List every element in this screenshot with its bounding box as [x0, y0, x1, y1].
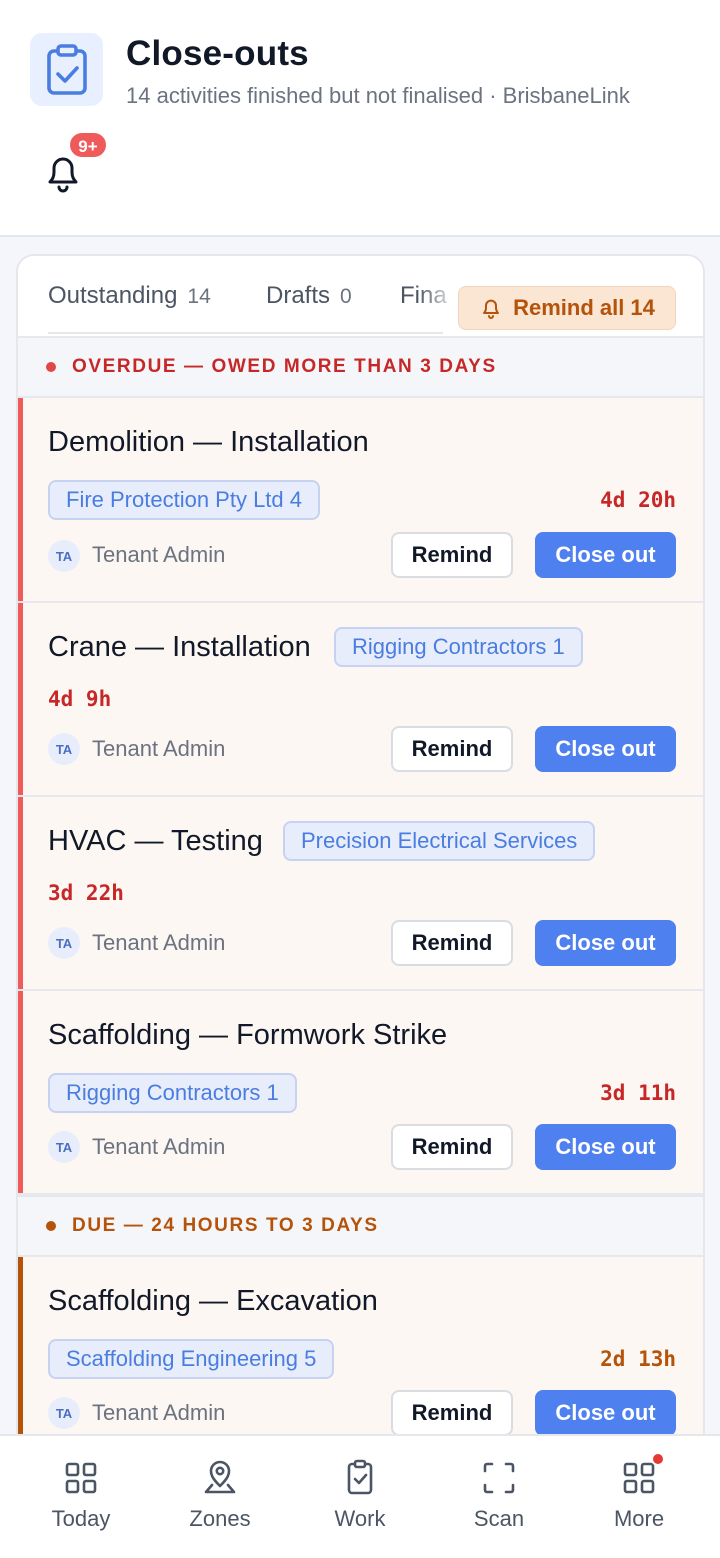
tab-outstanding[interactable]: Outstanding 14 — [48, 282, 211, 310]
tab-label: Outstanding — [48, 282, 178, 309]
remind-button[interactable]: Remind — [391, 1124, 513, 1170]
nav-label: Zones — [189, 1506, 251, 1531]
nav-label: More — [613, 1506, 665, 1531]
avatar: TA — [48, 1397, 80, 1429]
tab-bar: Outstanding14 Drafts0 Fina Remind all 14 — [18, 256, 703, 338]
close-out-button[interactable]: Close out — [535, 532, 676, 578]
list-item[interactable]: Crane — Installation Rigging Contractors… — [18, 603, 703, 797]
assignee-name: Tenant Admin — [92, 736, 226, 761]
bell-icon — [483, 299, 500, 319]
company-chip[interactable]: Scaffolding Engineering 5 — [48, 1339, 335, 1379]
clipboard-check-icon — [30, 33, 103, 106]
company-chip[interactable]: Rigging Contractors 1 — [334, 627, 583, 667]
clipboard-check-icon — [340, 1458, 380, 1498]
close-out-button[interactable]: Close out — [535, 726, 676, 772]
close-out-button[interactable]: Close out — [535, 1124, 676, 1170]
activity-title: Crane — Installation — [48, 631, 311, 663]
avatar: TA — [48, 1131, 80, 1163]
avatar: TA — [48, 733, 80, 765]
status-accent-bar — [18, 797, 23, 989]
activity-title: Scaffolding — Formwork Strike — [48, 1019, 448, 1051]
section-label: OVERDUE — OWED MORE THAN 3 DAYS — [72, 356, 497, 377]
activity-title: Scaffolding — Excavation — [48, 1285, 378, 1317]
page-title: Close-outs — [126, 34, 309, 73]
page-subtitle: 14 activities finished but not finalised… — [126, 83, 630, 108]
status-dot — [46, 362, 56, 372]
avatar: TA — [48, 540, 80, 572]
list-item[interactable]: Scaffolding — Excavation Scaffolding Eng… — [18, 1257, 703, 1462]
closeouts-card: Outstanding14 Drafts0 Fina Remind all 14… — [16, 254, 705, 1554]
remind-button[interactable]: Remind — [391, 920, 513, 966]
nav-label: Scan — [473, 1506, 525, 1531]
age-label: 3d 22h — [48, 881, 124, 905]
tab-count: 14 — [187, 285, 211, 308]
scan-frame-icon — [479, 1458, 519, 1498]
close-out-button[interactable]: Close out — [535, 1390, 676, 1436]
tab-label: Drafts — [266, 282, 331, 309]
notification-count-badge: 9+ — [68, 131, 108, 159]
status-dot — [46, 1221, 56, 1231]
assignee-name: Tenant Admin — [92, 1400, 226, 1425]
close-out-button[interactable]: Close out — [535, 920, 676, 966]
tab-count: 0 — [340, 285, 352, 308]
nav-item-today[interactable]: Today — [11, 1436, 151, 1558]
nav-label: Work — [334, 1506, 386, 1531]
avatar: TA — [48, 927, 80, 959]
list-item[interactable]: Demolition — Installation Fire Protectio… — [18, 398, 703, 603]
company-chip[interactable]: Rigging Contractors 1 — [48, 1073, 297, 1113]
company-chip[interactable]: Precision Electrical Services — [283, 821, 596, 861]
activity-title: Demolition — Installation — [48, 426, 369, 458]
status-accent-bar — [18, 991, 23, 1193]
activity-title: HVAC — Testing — [48, 825, 263, 857]
status-accent-bar — [18, 1257, 23, 1460]
nav-item-scan[interactable]: Scan — [429, 1436, 569, 1558]
nav-label: Today — [51, 1506, 111, 1531]
apps-icon — [619, 1452, 665, 1498]
section-label: DUE — 24 HOURS TO 3 DAYS — [72, 1215, 379, 1236]
nav-item-zones[interactable]: Zones — [150, 1436, 290, 1558]
company-chip[interactable]: Fire Protection Pty Ltd 4 — [48, 480, 320, 520]
map-pin-icon — [200, 1458, 240, 1498]
section-header-overdue: OVERDUE — OWED MORE THAN 3 DAYS — [18, 336, 703, 398]
status-accent-bar — [18, 603, 23, 795]
remind-button[interactable]: Remind — [391, 726, 513, 772]
tab-scroll-fade — [418, 276, 458, 326]
remind-button[interactable]: Remind — [391, 532, 513, 578]
assignee-name: Tenant Admin — [92, 542, 226, 567]
age-label: 3d 11h — [600, 1081, 676, 1105]
section-header-due: DUE — 24 HOURS TO 3 DAYS — [18, 1195, 703, 1257]
bottom-nav: Today Zones Work Scan More — [0, 1434, 720, 1558]
notification-dot — [651, 1452, 665, 1466]
page-header: Close-outs 14 activities finished but no… — [0, 0, 720, 237]
tab-drafts[interactable]: Drafts 0 — [266, 282, 352, 310]
remind-button[interactable]: Remind — [391, 1390, 513, 1436]
remind-all-button[interactable]: Remind all 14 — [458, 286, 676, 330]
remind-all-label: Remind all 14 — [513, 295, 655, 320]
list-item[interactable]: HVAC — Testing Precision Electrical Serv… — [18, 797, 703, 991]
status-accent-bar — [18, 398, 23, 601]
age-label: 2d 13h — [600, 1347, 676, 1371]
age-label: 4d 20h — [600, 488, 676, 512]
nav-item-work[interactable]: Work — [290, 1436, 430, 1558]
list-item[interactable]: Scaffolding — Formwork Strike Rigging Co… — [18, 991, 703, 1195]
tab-divider — [48, 332, 443, 334]
age-label: 4d 9h — [48, 687, 112, 711]
assignee-name: Tenant Admin — [92, 1134, 226, 1159]
nav-item-more[interactable]: More — [569, 1436, 709, 1558]
assignee-name: Tenant Admin — [92, 930, 226, 955]
grid-icon — [61, 1458, 101, 1498]
